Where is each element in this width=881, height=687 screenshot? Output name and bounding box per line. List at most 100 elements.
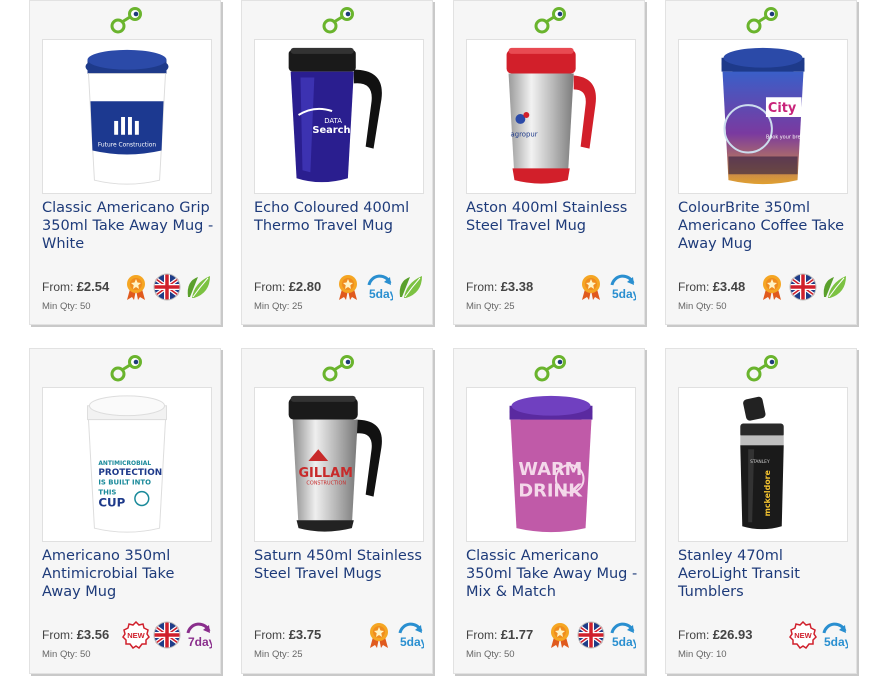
- feature-icons: NEW 7day: [122, 621, 212, 649]
- print-text: WARM: [518, 460, 582, 480]
- print-text: GILLAM: [299, 466, 353, 481]
- new-badge-icon: NEW: [789, 621, 817, 649]
- eco-leaf-icon: [399, 276, 422, 298]
- link-badge-icon[interactable]: [321, 353, 357, 383]
- price: From: £3.56: [42, 627, 110, 642]
- link-badge-icon[interactable]: [745, 353, 781, 383]
- five-day-delivery-icon: 5day: [610, 622, 636, 649]
- award-badge-icon: [370, 623, 388, 648]
- link-badge-icon[interactable]: [109, 5, 145, 35]
- min-qty: Min Qty: 25: [254, 649, 303, 660]
- link-badge-icon[interactable]: [109, 353, 145, 383]
- min-qty: Min Qty: 25: [254, 301, 303, 312]
- feature-icons: 5day: [546, 621, 636, 649]
- product-card[interactable]: agropur Aston 400ml Stainless Steel Trav…: [453, 0, 645, 325]
- price: From: £26.93: [678, 627, 753, 642]
- award-badge-icon: [127, 275, 145, 300]
- print-text: agropur: [511, 131, 538, 139]
- product-image[interactable]: agropur: [466, 39, 636, 194]
- product-title[interactable]: Echo Coloured 400ml Thermo Travel Mug: [254, 199, 429, 235]
- price: From: £2.80: [254, 279, 322, 294]
- link-badge-icon[interactable]: [533, 5, 569, 35]
- product-title[interactable]: Aston 400ml Stainless Steel Travel Mug: [466, 199, 641, 235]
- feature-icons: 5day: [334, 273, 424, 301]
- product-card[interactable]: STANLEY mckeldore Stanley 470ml AeroLigh…: [665, 348, 857, 674]
- five-day-delivery-icon: 5day: [367, 274, 393, 301]
- award-badge-icon: [339, 275, 357, 300]
- uk-flag-icon: [577, 621, 605, 649]
- price: From: £2.54: [42, 279, 110, 294]
- print-text: Future Construction: [98, 143, 157, 149]
- print-text: STANLEY: [750, 459, 770, 465]
- product-title[interactable]: Stanley 470ml AeroLight Transit Tumblers: [678, 547, 853, 601]
- product-image[interactable]: WARM DRINK: [466, 387, 636, 542]
- svg-text:5day: 5day: [369, 287, 393, 301]
- svg-text:5day: 5day: [400, 635, 424, 649]
- print-text: PROTECTION: [98, 468, 162, 478]
- svg-text:5day: 5day: [612, 635, 636, 649]
- product-card[interactable]: DATA Search Echo Coloured 400ml Thermo T…: [241, 0, 433, 325]
- product-title[interactable]: ColourBrite 350ml Americano Coffee Take …: [678, 199, 853, 253]
- min-qty: Min Qty: 50: [42, 649, 91, 660]
- product-title[interactable]: Saturn 450ml Stainless Steel Travel Mugs: [254, 547, 429, 583]
- print-text: Search: [312, 125, 350, 136]
- award-badge-icon: [763, 275, 781, 300]
- feature-icons: [122, 273, 212, 301]
- link-badge-icon[interactable]: [745, 5, 781, 35]
- price: From: £3.75: [254, 627, 322, 642]
- feature-icons: [758, 273, 848, 301]
- print-text: ANTIMICROBIAL: [98, 461, 151, 467]
- min-qty: Min Qty: 25: [466, 301, 515, 312]
- price: From: £3.48: [678, 279, 746, 294]
- print-text: mckeldore: [763, 470, 772, 516]
- min-qty: Min Qty: 50: [42, 301, 91, 312]
- uk-flag-icon: [789, 273, 817, 301]
- min-qty: Min Qty: 10: [678, 649, 727, 660]
- five-day-delivery-icon: 5day: [398, 622, 424, 649]
- svg-text:7day: 7day: [188, 635, 212, 649]
- print-text: City: [768, 101, 797, 116]
- svg-text:NEW: NEW: [127, 631, 145, 640]
- feature-icons: 5day: [577, 273, 636, 301]
- product-card[interactable]: ANTIMICROBIAL PROTECTION IS BUILT INTO T…: [29, 348, 221, 674]
- product-image[interactable]: ANTIMICROBIAL PROTECTION IS BUILT INTO T…: [42, 387, 212, 542]
- product-card[interactable]: WARM DRINK Classic Americano 350ml Take …: [453, 348, 645, 674]
- min-qty: Min Qty: 50: [678, 301, 727, 312]
- print-text: Book your break: [766, 135, 807, 141]
- svg-text:NEW: NEW: [794, 631, 812, 640]
- eco-leaf-icon: [823, 276, 846, 298]
- feature-icons: NEW 5day: [789, 621, 848, 649]
- print-text: IS BUILT INTO: [98, 479, 151, 487]
- product-card[interactable]: Future Construction Classic Americano Gr…: [29, 0, 221, 325]
- link-badge-icon[interactable]: [321, 5, 357, 35]
- uk-flag-icon: [153, 273, 181, 301]
- min-qty: Min Qty: 50: [466, 649, 515, 660]
- product-title[interactable]: Classic Americano Grip 350ml Take Away M…: [42, 199, 217, 253]
- product-title[interactable]: Americano 350ml Antimicrobial Take Away …: [42, 547, 217, 601]
- product-image[interactable]: DATA Search: [254, 39, 424, 194]
- feature-icons: 5day: [365, 621, 424, 649]
- product-image[interactable]: STANLEY mckeldore: [678, 387, 848, 542]
- print-text: CONSTRUCTION: [306, 481, 346, 487]
- eco-leaf-icon: [187, 276, 210, 298]
- svg-text:5day: 5day: [824, 635, 848, 649]
- product-card[interactable]: GILLAM CONSTRUCTION Saturn 450ml Stainle…: [241, 348, 433, 674]
- product-image[interactable]: City Book your break: [678, 39, 848, 194]
- seven-day-delivery-icon: 7day: [186, 622, 212, 649]
- award-badge-icon: [551, 623, 569, 648]
- print-text: DATA: [324, 117, 342, 125]
- product-image[interactable]: GILLAM CONSTRUCTION: [254, 387, 424, 542]
- price: From: £3.38: [466, 279, 534, 294]
- five-day-delivery-icon: 5day: [610, 274, 636, 301]
- award-badge-icon: [582, 275, 600, 300]
- print-text: CUP: [98, 495, 125, 509]
- product-card[interactable]: City Book your break ColourBrite 350ml A…: [665, 0, 857, 325]
- product-title[interactable]: Classic Americano 350ml Take Away Mug - …: [466, 547, 641, 601]
- svg-text:5day: 5day: [612, 287, 636, 301]
- five-day-delivery-icon: 5day: [822, 622, 848, 649]
- uk-flag-icon: [153, 621, 181, 649]
- product-image[interactable]: Future Construction: [42, 39, 212, 194]
- link-badge-icon[interactable]: [533, 353, 569, 383]
- new-badge-icon: NEW: [122, 621, 150, 649]
- price: From: £1.77: [466, 627, 534, 642]
